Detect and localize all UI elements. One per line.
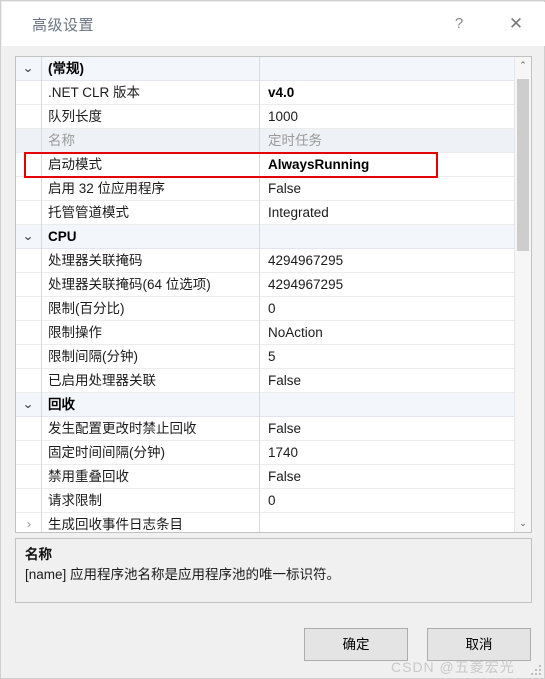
description-panel: 名称 [name] 应用程序池名称是应用程序池的唯一标识符。 [15,538,532,603]
property-label: 队列长度 [48,109,102,124]
property-group-header[interactable]: ⌄ (常规) [16,57,515,81]
property-value[interactable] [268,513,508,532]
property-label: 处理器关联掩码 [48,253,143,268]
close-icon[interactable]: ✕ [494,10,538,38]
property-value[interactable]: AlwaysRunning [268,153,508,176]
property-label: 处理器关联掩码(64 位选项) [48,277,211,292]
property-row[interactable]: 请求限制 0 [16,489,515,513]
property-row[interactable]: 发生配置更改时禁止回收 False [16,417,515,441]
description-title: 名称 [25,547,52,562]
property-row[interactable]: 启用 32 位应用程序 False [16,177,515,201]
property-row[interactable]: 禁用重叠回收 False [16,465,515,489]
vertical-scrollbar[interactable]: ⌃ ⌄ [514,57,531,532]
chevron-up-icon[interactable]: ⌃ [515,57,531,74]
chevron-down-icon[interactable]: ⌄ [16,225,41,248]
property-label: 已启用处理器关联 [48,373,156,388]
property-label: 生成回收事件日志条目 [48,517,183,532]
property-value[interactable]: False [268,465,508,488]
description-text: [name] 应用程序池名称是应用程序池的唯一标识符。 [25,567,341,582]
property-value[interactable]: Integrated [268,201,508,224]
value-column-divider[interactable] [259,57,260,532]
property-value[interactable]: 0 [268,489,508,512]
property-label: .NET CLR 版本 [48,85,141,100]
property-value[interactable]: v4.0 [268,81,508,104]
property-label: 启动模式 [48,157,102,172]
scrollbar-thumb[interactable] [517,79,529,251]
property-label: 固定时间间隔(分钟) [48,445,165,460]
property-row[interactable]: 启动模式 AlwaysRunning [16,153,515,177]
title-bar: 高级设置 ? ✕ [2,2,545,46]
property-value[interactable]: 0 [268,297,508,320]
property-value[interactable]: 4294967295 [268,249,508,272]
property-group-header[interactable]: ⌄ CPU [16,225,515,249]
property-label: 发生配置更改时禁止回收 [48,421,197,436]
property-row[interactable]: .NET CLR 版本 v4.0 [16,81,515,105]
window-title: 高级设置 [32,17,95,34]
chevron-down-icon[interactable]: ⌄ [16,393,41,416]
property-value[interactable]: False [268,417,508,440]
property-row[interactable]: 托管管道模式 Integrated [16,201,515,225]
property-row[interactable]: 固定时间间隔(分钟) 1740 [16,441,515,465]
property-grid-rows: ⌄ (常规) .NET CLR 版本 v4.0 队列长度 1000 名称 定时任务启动模式 Al… [16,57,515,532]
gutter-divider [41,57,42,532]
property-group-header[interactable]: ⌄ 回收 [16,393,515,417]
property-grid: ⌄ (常规) .NET CLR 版本 v4.0 队列长度 1000 名称 定时任务启动模式 Al… [15,56,532,533]
property-row[interactable]: 处理器关联掩码 4294967295 [16,249,515,273]
property-row[interactable]: 限制操作 NoAction [16,321,515,345]
property-row[interactable]: 已启用处理器关联 False [16,369,515,393]
property-row[interactable]: 队列长度 1000 [16,105,515,129]
property-group-label: CPU [48,229,77,244]
chevron-down-icon[interactable]: ⌄ [515,515,531,532]
property-value[interactable]: False [268,369,508,392]
chevron-right-icon[interactable]: › [16,513,41,532]
watermark: CSDN @五菱宏光 [391,659,515,675]
property-value[interactable]: 1000 [268,105,508,128]
property-row[interactable]: 名称 定时任务 [16,129,515,153]
property-value[interactable]: 1740 [268,441,508,464]
property-value[interactable]: NoAction [268,321,508,344]
property-value[interactable]: 4294967295 [268,273,508,296]
property-label: 限制间隔(分钟) [48,349,138,364]
property-group-label: (常规) [48,61,84,76]
resize-grip-icon[interactable] [531,665,541,675]
property-row[interactable]: 处理器关联掩码(64 位选项) 4294967295 [16,273,515,297]
property-label: 启用 32 位应用程序 [48,181,166,196]
property-label: 托管管道模式 [48,205,129,220]
property-group-label: 回收 [48,397,75,412]
property-value[interactable]: 定时任务 [268,129,508,152]
advanced-settings-dialog: 高级设置 ? ✕ ⌄ (常规) .NET CLR 版本 v4.0 队列长度 1000 名称 定… [0,0,545,679]
question-mark-icon[interactable]: ? [437,10,481,38]
chevron-down-icon[interactable]: ⌄ [16,57,41,80]
property-row[interactable]: › 生成回收事件日志条目 [16,513,515,532]
property-label: 限制操作 [48,325,102,340]
property-label: 请求限制 [48,493,102,508]
property-value[interactable]: 5 [268,345,508,368]
property-label: 限制(百分比) [48,301,125,316]
property-value[interactable]: False [268,177,508,200]
property-row[interactable]: 限制间隔(分钟) 5 [16,345,515,369]
property-label: 名称 [48,133,75,148]
property-label: 禁用重叠回收 [48,469,129,484]
property-row[interactable]: 限制(百分比) 0 [16,297,515,321]
